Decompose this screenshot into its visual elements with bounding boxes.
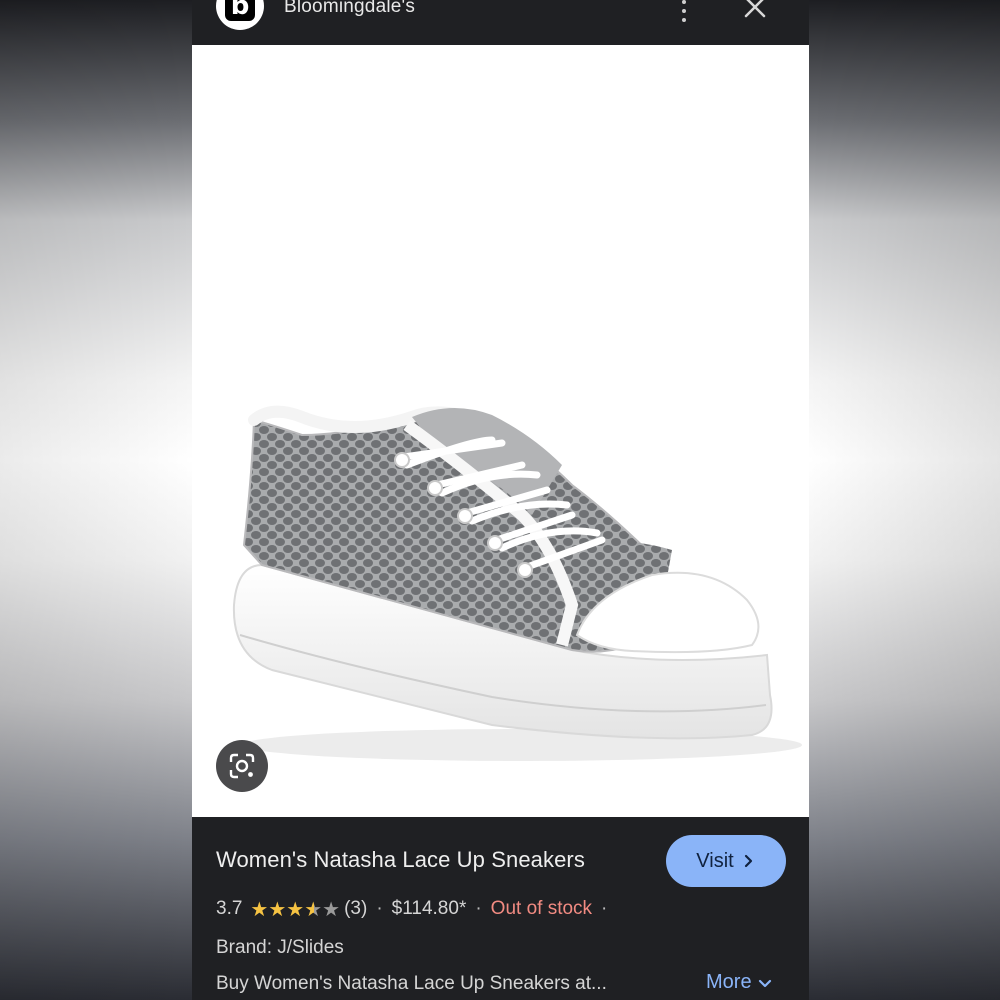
more-button[interactable]: More [706,971,772,994]
close-icon[interactable] [742,0,768,20]
product-meta-row: 3.7 ★ ★ ★ ★ ★ (3) · $114.80* · Out of st… [216,898,616,920]
more-button-label: More [706,971,752,993]
product-info-panel: Women's Natasha Lace Up Sneakers Visit 3… [192,817,809,1000]
star-icon: ★ [286,897,305,921]
star-empty-icon: ★ [322,897,341,921]
star-half-icon: ★ [304,897,323,921]
site-logo[interactable]: b [216,0,264,30]
separator-dot: · [376,898,383,919]
blurred-background-right [809,0,1000,1000]
star-icon: ★ [250,897,269,921]
stock-status: Out of stock [490,898,593,919]
site-name[interactable]: Bloomingdale's [284,0,415,18]
result-preview-panel: b Bloomingdale's Women's Natasha Lace Up… [192,0,809,1000]
visit-button-label: Visit [696,849,734,872]
product-image-area[interactable] [192,45,809,817]
review-count: (3) [344,898,368,919]
chevron-down-icon [758,979,771,987]
site-logo-letter: b [225,0,255,21]
product-title[interactable]: Women's Natasha Lace Up Sneakers [216,847,585,873]
blurred-background-left [0,0,192,1000]
star-icon: ★ [268,897,287,921]
more-vert-icon[interactable] [676,0,692,22]
product-image-sneaker [232,405,802,761]
separator-dot: · [601,898,608,919]
rating-stars: ★ ★ ★ ★ ★ [250,899,340,919]
chevron-right-icon [744,854,752,868]
separator-dot: · [475,898,482,919]
product-price: $114.80* [391,898,467,919]
top-bar: b Bloomingdale's [192,0,809,45]
product-brand: Brand: J/Slides [216,937,344,958]
product-description: Buy Women's Natasha Lace Up Sneakers at.… [216,973,607,994]
visit-button[interactable]: Visit [666,835,786,887]
rating-value: 3.7 [216,898,243,919]
google-lens-icon[interactable] [216,740,268,792]
